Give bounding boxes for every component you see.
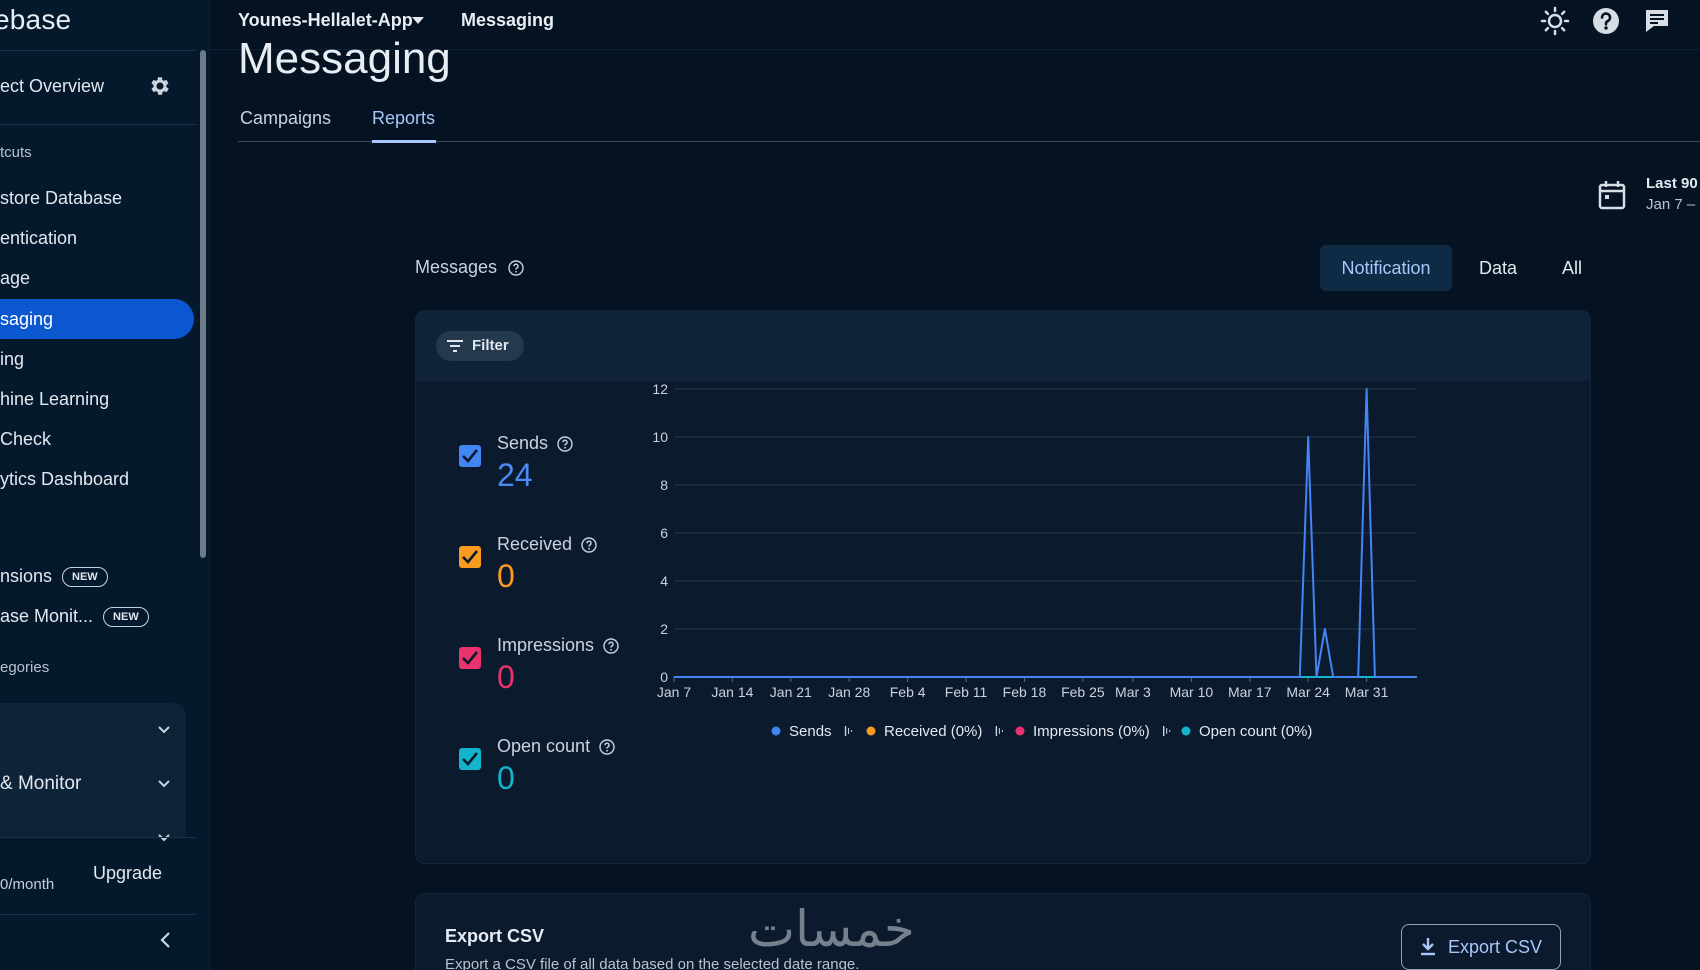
y-tick-label: 10 (652, 429, 668, 445)
sidebar-item-analytics-dashboard[interactable]: ytics Dashboard (0, 459, 194, 499)
export-csv-button[interactable]: Export CSV (1401, 924, 1561, 970)
legend-label: Sends (789, 723, 832, 740)
theme-sun-icon[interactable] (1540, 6, 1570, 36)
x-tick-label: Feb 11 (945, 684, 988, 700)
sidebar-item-release-monitoring[interactable]: ase Monit... NEW (0, 596, 194, 636)
sidebar-divider (0, 914, 196, 915)
gear-icon[interactable] (148, 74, 172, 98)
sidebar: ebase ect Overview tcuts store Database … (0, 0, 210, 970)
shortcuts-heading: tcuts (0, 144, 32, 161)
x-tick-label: Jan 21 (770, 684, 812, 700)
x-tick-label: Jan 28 (828, 684, 870, 700)
categories-heading: egories (0, 659, 50, 676)
y-tick-label: 8 (660, 477, 668, 493)
calendar-icon[interactable] (1598, 180, 1626, 210)
export-title: Export CSV (445, 926, 545, 946)
messages-label: Messages (415, 257, 498, 277)
project-overview-link[interactable]: ect Overview (0, 76, 104, 97)
legend-label: Received (0%) (884, 723, 982, 740)
messages-report-card: Filter Sends 24 Received 0 Impressions 0… (415, 310, 1591, 864)
tab-campaigns[interactable]: Campaigns (240, 108, 331, 129)
date-range-subtitle: Jan 7 – (1646, 196, 1696, 213)
sidebar-group-analytics[interactable] (0, 811, 186, 842)
sidebar-group-release-monitor[interactable]: & Monitor (0, 757, 186, 811)
sidebar-item-messaging[interactable]: saging (0, 299, 194, 339)
legend-label: Open count (0%) (1199, 723, 1312, 740)
legend-marker (866, 726, 876, 736)
brand-logo[interactable]: ebase (0, 4, 71, 36)
caret-down-icon[interactable] (410, 15, 426, 25)
x-tick-label: Feb 4 (890, 684, 926, 700)
watermark-logo: خمسات (748, 900, 915, 958)
x-tick-label: Mar 24 (1286, 684, 1330, 700)
x-tick-label: Jan 14 (711, 684, 753, 700)
chevron-down-icon (158, 780, 170, 788)
notifications-icon[interactable] (1690, 6, 1700, 36)
new-badge: NEW (62, 567, 108, 588)
tab-reports[interactable]: Reports (372, 108, 435, 129)
upgrade-button[interactable]: Upgrade (93, 863, 162, 884)
y-tick-label: 12 (652, 381, 668, 397)
sidebar-item-authentication[interactable]: entication (0, 218, 194, 258)
new-badge: NEW (103, 607, 149, 628)
messages-line-chart: 0 2 4 6 8 10 12 Jan 7 Jan 14 Jan 21 Jan 28 Feb 4 Feb… (652, 381, 1417, 740)
toggle-notification[interactable]: Notification (1320, 245, 1452, 291)
legend-label: Impressions (0%) (1033, 723, 1150, 740)
sidebar-item-storage[interactable]: age (0, 258, 194, 298)
group-label: & Monitor (0, 773, 82, 794)
legend-marker (1181, 726, 1191, 736)
collapse-sidebar-icon[interactable] (156, 930, 176, 950)
feedback-icon[interactable] (1642, 6, 1672, 36)
x-tick-label: Feb 25 (1061, 684, 1105, 700)
export-button-label: Export CSV (1448, 937, 1543, 957)
x-tick-label: Feb 18 (1003, 684, 1047, 700)
x-tick-label: Mar 17 (1228, 684, 1272, 700)
messages-heading: Messages (415, 257, 524, 278)
sidebar-item-hosting[interactable]: ing (0, 339, 194, 379)
toggle-all[interactable]: All (1542, 245, 1602, 291)
release-monitoring-label: ase Monit... (0, 606, 94, 626)
date-range-title[interactable]: Last 90 (1646, 175, 1698, 192)
sidebar-item-app-check[interactable]: Check (0, 419, 194, 459)
help-icon[interactable] (1591, 6, 1621, 36)
extensions-label: nsions (0, 566, 53, 586)
y-tick-label: 4 (660, 573, 668, 589)
tabs-divider (238, 141, 1700, 142)
project-selector[interactable]: Younes-Hellalet-App (238, 10, 413, 31)
sidebar-group-build[interactable] (0, 703, 186, 757)
legend-marker (771, 726, 781, 736)
help-circle-icon[interactable] (508, 260, 524, 276)
export-description: Export a CSV file of all data based on t… (445, 956, 860, 970)
chevron-down-icon (158, 726, 170, 734)
sidebar-item-extensions[interactable]: nsions NEW (0, 556, 194, 596)
active-tab-indicator (372, 140, 436, 143)
sidebar-item-firestore[interactable]: store Database (0, 178, 194, 218)
export-csv-card: Export CSV Export a CSV file of all data… (415, 893, 1591, 970)
legend-marker (1015, 726, 1025, 736)
y-tick-label: 2 (660, 621, 668, 637)
sidebar-divider (0, 50, 196, 51)
sidebar-divider (0, 124, 196, 125)
sidebar-item-machine-learning[interactable]: hine Learning (0, 379, 194, 419)
toggle-data[interactable]: Data (1460, 245, 1536, 291)
x-tick-label: Mar 31 (1345, 684, 1389, 700)
plan-price: 0/month (0, 876, 55, 893)
x-tick-label: Mar 3 (1115, 684, 1151, 700)
sidebar-scrollbar[interactable] (200, 50, 206, 558)
y-tick-label: 0 (660, 669, 668, 685)
download-icon (1421, 938, 1435, 956)
x-tick-label: Mar 10 (1170, 684, 1214, 700)
page-title: Messaging (238, 34, 451, 83)
sidebar-divider (0, 837, 196, 838)
x-tick-label: Jan 7 (657, 684, 691, 700)
y-tick-label: 6 (660, 525, 668, 541)
breadcrumb: Messaging (461, 10, 555, 30)
chevron-down-icon (158, 834, 170, 842)
